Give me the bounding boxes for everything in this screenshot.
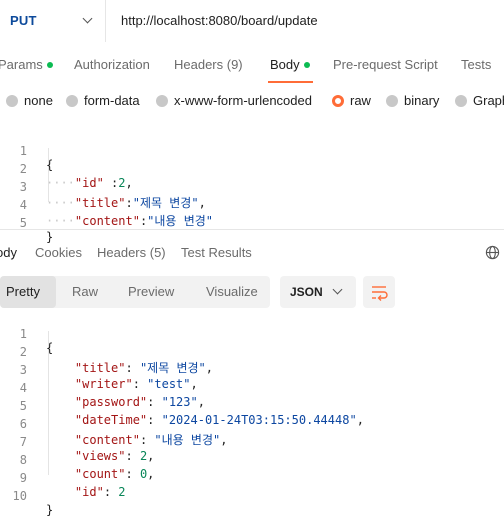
radio-none[interactable]: none bbox=[6, 93, 53, 108]
view-preview[interactable]: Preview bbox=[128, 284, 174, 299]
tab-label: Pre-request Script bbox=[333, 57, 438, 72]
tab-response-body[interactable]: ody bbox=[0, 245, 17, 260]
radio-label: none bbox=[24, 93, 53, 108]
radio-label: Graph bbox=[473, 93, 504, 108]
radio-raw[interactable]: raw bbox=[332, 93, 371, 108]
radio-label: x-www-form-urlencoded bbox=[174, 93, 312, 108]
code-line: 2 ····"id" :2, bbox=[0, 148, 504, 190]
tab-label: Params bbox=[0, 57, 43, 72]
code-line: 4 "password": "123", bbox=[0, 367, 504, 409]
tab-pre-request-script[interactable]: Pre-request Script bbox=[333, 57, 438, 72]
code-line: 3 ····"title":"제목 변경", bbox=[0, 166, 504, 210]
code-line: 7 "views": 2, bbox=[0, 421, 504, 463]
method-selector[interactable]: PUT bbox=[0, 0, 106, 42]
request-body-editor[interactable]: 1 { 2 ····"id" :2, 3 ····"title":"제목 변경"… bbox=[0, 130, 504, 244]
indicator-dot bbox=[46, 61, 53, 68]
radio-button bbox=[386, 94, 398, 107]
code-line: 5 } bbox=[0, 202, 504, 244]
tab-body[interactable]: Body bbox=[270, 57, 310, 72]
format-dropdown[interactable]: JSON bbox=[280, 276, 356, 308]
radio-button bbox=[66, 94, 78, 107]
radio-x-www-form-urlencoded[interactable]: x-www-form-urlencoded bbox=[156, 93, 312, 108]
code-line: 10 } bbox=[0, 475, 504, 517]
brace-close: } bbox=[46, 503, 54, 517]
tab-headers[interactable]: Headers (9) bbox=[174, 57, 243, 72]
radio-button-selected bbox=[332, 94, 344, 107]
format-label: JSON bbox=[290, 285, 323, 299]
line-number: 5 bbox=[19, 216, 27, 230]
code-line: 5 "dateTime": "2024-01-24T03:15:50.44448… bbox=[0, 385, 504, 427]
radio-button bbox=[156, 94, 168, 107]
tab-authorization[interactable]: Authorization bbox=[74, 57, 150, 72]
tab-label: Headers (9) bbox=[174, 57, 243, 72]
code-line: 3 "writer": "test", bbox=[0, 349, 504, 391]
response-body-viewer[interactable]: 1 { 2 "title": "제목 변경", 3 "writer": "tes… bbox=[0, 313, 504, 517]
code-line: 9 "id": 2 bbox=[0, 457, 504, 499]
code-line: 1 { bbox=[0, 130, 504, 172]
response-toolbar: Pretty Raw Preview Visualize JSON bbox=[0, 276, 504, 310]
request-bar: PUT http://localhost:8080/board/update bbox=[0, 0, 504, 42]
tab-test-results[interactable]: Test Results bbox=[181, 245, 252, 260]
radio-label: binary bbox=[404, 93, 440, 108]
tab-tests[interactable]: Tests bbox=[461, 57, 491, 72]
view-mode-switcher: Pretty Raw Preview Visualize bbox=[0, 276, 270, 308]
active-tab-underline bbox=[268, 81, 313, 83]
request-tabs: Params Authorization Headers (9) Body Pr… bbox=[0, 48, 504, 84]
tab-response-headers[interactable]: Headers (5) bbox=[97, 245, 166, 260]
code-line: 1 { bbox=[0, 313, 504, 355]
radio-graphql[interactable]: Graph bbox=[455, 93, 504, 108]
response-tabs: ody Cookies Headers (5) Test Results bbox=[0, 238, 504, 268]
view-pretty[interactable]: Pretty bbox=[6, 284, 40, 299]
code-line: 6 "content": "내용 변경", bbox=[0, 403, 504, 447]
radio-button bbox=[6, 94, 18, 107]
code-line: 8 "count": 0, bbox=[0, 439, 504, 481]
tab-label: Body bbox=[270, 57, 300, 72]
tab-params[interactable]: Params bbox=[0, 57, 53, 72]
radio-label: raw bbox=[350, 93, 371, 108]
wrap-lines-button[interactable] bbox=[363, 276, 395, 308]
radio-button bbox=[455, 94, 467, 107]
url-input[interactable]: http://localhost:8080/board/update bbox=[121, 13, 318, 28]
globe-icon[interactable] bbox=[485, 245, 500, 260]
body-type-options: none form-data x-www-form-urlencoded raw… bbox=[0, 86, 504, 116]
chevron-down-icon bbox=[82, 13, 93, 24]
wrap-lines-icon bbox=[372, 286, 388, 301]
code-line: 2 "title": "제목 변경", bbox=[0, 331, 504, 375]
tab-cookies[interactable]: Cookies bbox=[35, 245, 82, 260]
radio-form-data[interactable]: form-data bbox=[66, 93, 140, 108]
tab-label: Authorization bbox=[74, 57, 150, 72]
view-raw[interactable]: Raw bbox=[72, 284, 98, 299]
radio-binary[interactable]: binary bbox=[386, 93, 439, 108]
tab-label: Tests bbox=[461, 57, 492, 72]
indicator-dot bbox=[303, 61, 310, 68]
radio-label: form-data bbox=[84, 93, 140, 108]
view-visualize[interactable]: Visualize bbox=[206, 284, 258, 299]
line-number: 10 bbox=[12, 489, 27, 503]
chevron-down-icon bbox=[332, 284, 343, 295]
pane-divider[interactable] bbox=[0, 229, 504, 230]
method-label: PUT bbox=[10, 13, 37, 28]
code-line: 4 ····"content":"내용 변경" bbox=[0, 184, 504, 228]
